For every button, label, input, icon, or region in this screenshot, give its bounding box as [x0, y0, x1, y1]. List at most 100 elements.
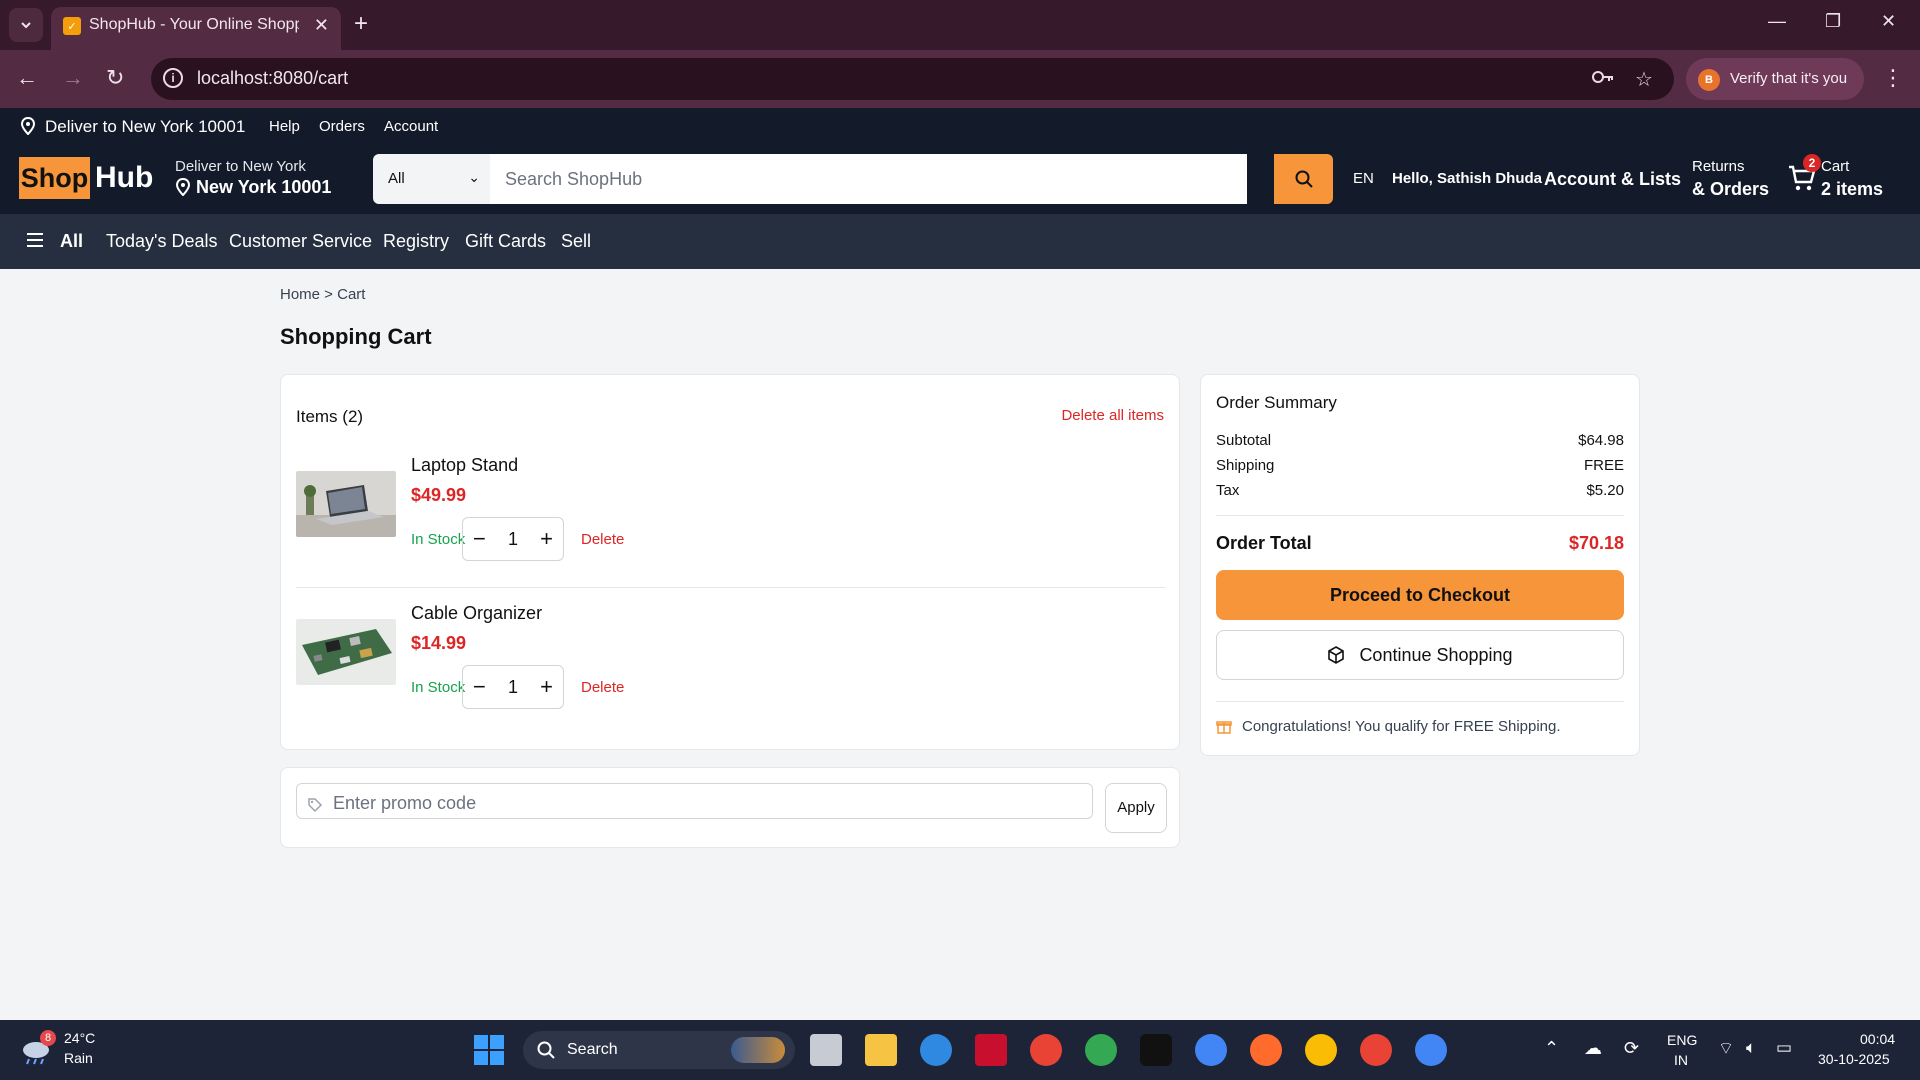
language-selector[interactable]: EN [1353, 170, 1374, 187]
mcafee-icon[interactable] [975, 1034, 1007, 1066]
clock-date[interactable]: 30-10-2025 [1818, 1051, 1890, 1067]
continue-shopping-button[interactable]: Continue Shopping [1216, 630, 1624, 680]
active-tab[interactable]: ✓ ShopHub - Your Online Shoppi ✕ [51, 7, 341, 50]
browser-menu-icon[interactable]: ⋮ [1882, 65, 1904, 91]
nav-gift-cards[interactable]: Gift Cards [465, 231, 546, 252]
promo-code-input[interactable]: Enter promo code [296, 783, 1093, 819]
product-image-cable-organizer[interactable] [296, 619, 396, 685]
reload-icon[interactable]: ↻ [106, 65, 124, 91]
breadcrumb[interactable]: Home > Cart [280, 286, 365, 303]
search-input[interactable]: Search ShopHub [490, 154, 1247, 204]
postman-icon[interactable] [1250, 1034, 1282, 1066]
chrome-profile-a-icon[interactable] [1305, 1034, 1337, 1066]
cart-items-count[interactable]: 2 items [1821, 179, 1883, 200]
promo-placeholder: Enter promo code [333, 793, 477, 813]
returns-orders-link[interactable]: & Orders [1692, 179, 1769, 200]
cart-item: Laptop Stand $49.99 In Stock − 1 + Delet… [296, 455, 1166, 585]
password-key-icon[interactable] [1591, 67, 1615, 93]
profile-avatar: B [1698, 69, 1720, 91]
cart-label[interactable]: Cart [1821, 158, 1849, 175]
nav-registry[interactable]: Registry [383, 231, 449, 252]
cloud-off-icon[interactable]: ☁ [1584, 1038, 1602, 1059]
apply-promo-button[interactable]: Apply [1105, 783, 1167, 833]
tag-icon [308, 798, 323, 813]
address-bar[interactable]: i localhost:8080/cart ☆ [151, 58, 1674, 100]
profile-verify-button[interactable]: B Verify that it's you [1686, 58, 1864, 100]
nav-all[interactable]: All [60, 231, 83, 252]
chrome-profile-icon[interactable] [1085, 1034, 1117, 1066]
forward-arrow-icon[interactable]: → [62, 65, 84, 91]
delete-item-button[interactable]: Delete [581, 679, 624, 696]
delete-item-button[interactable]: Delete [581, 531, 624, 548]
weather-condition: Rain [64, 1050, 93, 1066]
account-lists-link[interactable]: Account & Lists [1544, 169, 1681, 190]
chrome-profile-s-icon[interactable] [1415, 1034, 1447, 1066]
back-arrow-icon[interactable]: ← [16, 65, 38, 91]
tab-search-button[interactable] [9, 8, 43, 42]
bookmark-star-icon[interactable]: ☆ [1635, 67, 1653, 92]
deliver-location[interactable]: Deliver to New York New York 10001 [175, 158, 331, 198]
volume-icon[interactable]: 🔈︎ [1746, 1038, 1756, 1058]
proceed-to-checkout-button[interactable]: Proceed to Checkout [1216, 570, 1624, 620]
nav-todays-deals[interactable]: Today's Deals [106, 231, 218, 252]
cart-count-badge: 2 [1803, 154, 1821, 172]
chatgpt-icon[interactable] [1140, 1034, 1172, 1066]
order-total-row: Order Total $70.18 [1216, 533, 1624, 554]
weather-widget[interactable]: 8 24°C Rain [20, 1030, 130, 1070]
battery-icon[interactable]: ▭ [1776, 1038, 1792, 1058]
chrome-profile-b-icon[interactable] [1360, 1034, 1392, 1066]
shipping-value: FREE [1583, 457, 1624, 474]
sync-icon[interactable]: ⟳ [1624, 1038, 1639, 1059]
new-tab-button[interactable]: + [354, 10, 368, 38]
product-name[interactable]: Cable Organizer [411, 603, 542, 624]
deliver-to-link[interactable]: Deliver to New York 10001 [45, 117, 245, 137]
close-window-icon[interactable]: ✕ [1881, 11, 1896, 32]
plus-icon[interactable]: + [540, 527, 553, 551]
location-pin-icon [175, 177, 191, 197]
chrome-profile-k-icon[interactable] [1195, 1034, 1227, 1066]
summary-divider [1216, 701, 1624, 702]
tray-chevron-up-icon[interactable]: ⌃ [1544, 1038, 1559, 1059]
logo-hub[interactable]: Hub [95, 157, 153, 199]
top-strip: Deliver to New York 10001 Help Orders Ac… [0, 108, 1920, 146]
tax-row: Tax $5.20 [1216, 482, 1624, 499]
product-image-laptop-stand[interactable] [296, 471, 396, 537]
input-language-bottom[interactable]: IN [1674, 1052, 1688, 1068]
restore-icon[interactable]: ❐ [1825, 11, 1841, 32]
taskbar-search-label: Search [567, 1041, 618, 1058]
site-info-icon[interactable]: i [163, 68, 183, 88]
weather-temp: 24°C [64, 1030, 96, 1046]
hamburger-menu-icon[interactable] [26, 232, 44, 253]
input-language-top[interactable]: ENG [1667, 1032, 1697, 1048]
file-explorer-icon[interactable] [865, 1034, 897, 1066]
delete-all-button[interactable]: Delete all items [1061, 407, 1164, 424]
plus-icon[interactable]: + [540, 675, 553, 699]
item-divider [296, 587, 1166, 588]
windows-start-icon[interactable] [474, 1035, 504, 1070]
chrome-profile-d-icon[interactable] [1030, 1034, 1062, 1066]
search-category-select[interactable]: All ⌄ [373, 154, 490, 204]
product-name[interactable]: Laptop Stand [411, 455, 518, 476]
nav-customer-service[interactable]: Customer Service [229, 231, 372, 252]
account-link[interactable]: Account [384, 118, 438, 135]
orders-link[interactable]: Orders [319, 118, 365, 135]
search-button[interactable] [1274, 154, 1333, 204]
weather-badge: 8 [40, 1030, 56, 1046]
taskbar-search[interactable]: Search [523, 1031, 795, 1069]
logo-shop[interactable]: Shop [19, 157, 90, 199]
product-price: $14.99 [411, 633, 467, 653]
edge-browser-icon[interactable] [920, 1034, 952, 1066]
chevron-down-icon: ⌄ [468, 169, 480, 185]
wifi-icon[interactable]: ⌔ [1718, 1038, 1734, 1059]
returns-label[interactable]: Returns [1692, 158, 1745, 175]
nav-sell[interactable]: Sell [561, 231, 591, 252]
tab-close-icon[interactable]: ✕ [314, 15, 329, 36]
minimize-icon[interactable]: — [1768, 11, 1786, 32]
summary-divider [1216, 515, 1624, 516]
search-icon [537, 1041, 555, 1059]
task-view-icon[interactable] [810, 1034, 842, 1066]
search-category-value: All [388, 170, 405, 187]
deliver-big-text: New York 10001 [175, 177, 331, 198]
help-link[interactable]: Help [269, 118, 300, 135]
clock-time[interactable]: 00:04 [1860, 1031, 1895, 1047]
